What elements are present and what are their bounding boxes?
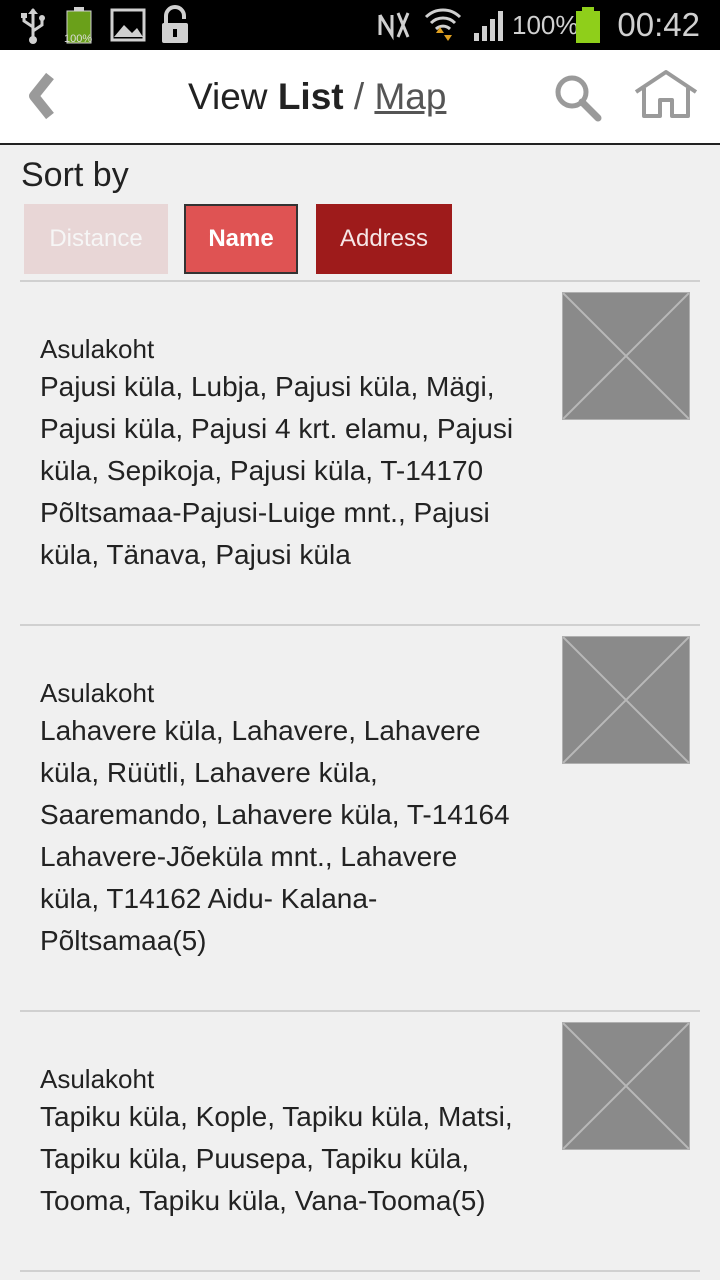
- address-line: Põltsamaa-Pajusi-Luige mnt., Pajusi: [40, 497, 490, 528]
- usb-icon: [18, 0, 48, 50]
- item-address: Tapiku küla, Kople, Tapiku küla, Matsi, …: [40, 1096, 556, 1222]
- title-view: View: [188, 76, 268, 117]
- address-line: Tooma, Tapiku küla, Vana-Tooma(5): [40, 1185, 486, 1216]
- address-line: Tapiku küla, Kople, Tapiku küla, Matsi,: [40, 1101, 513, 1132]
- divider: [20, 1270, 700, 1272]
- back-button[interactable]: [20, 70, 64, 126]
- image-placeholder-icon: [563, 1023, 689, 1149]
- item-address: Lahavere küla, Lahavere, Lahavere küla, …: [40, 710, 556, 962]
- item-address: Pajusi küla, Lubja, Pajusi küla, Mägi, P…: [40, 366, 556, 576]
- home-icon: [632, 70, 700, 124]
- address-line: küla, Tänava, Pajusi küla: [40, 539, 351, 570]
- back-icon: [26, 72, 58, 125]
- address-line: küla, Rüütli, Lahavere küla,: [40, 757, 378, 788]
- sort-name-button[interactable]: Name: [184, 204, 298, 274]
- address-line: Tapiku küla, Puusepa, Tapiku küla,: [40, 1143, 470, 1174]
- address-line: Pajusi küla, Lubja, Pajusi küla, Mägi,: [40, 371, 495, 402]
- title-slash: /: [353, 76, 365, 117]
- wifi-icon: [424, 0, 462, 50]
- search-icon: [552, 75, 604, 128]
- address-line: Saaremando, Lahavere küla, T-14164: [40, 799, 510, 830]
- address-line: Lahavere-Jõeküla mnt., Lahavere: [40, 841, 458, 872]
- search-button[interactable]: [552, 72, 604, 124]
- gallery-icon: [110, 0, 146, 50]
- status-clock: 00:42: [617, 6, 700, 43]
- sort-distance-button[interactable]: Distance: [24, 204, 168, 274]
- item-category: Asulakoht: [40, 678, 155, 708]
- list-item[interactable]: Asulakoht Pajusi küla, Lubja, Pajusi kül…: [20, 282, 700, 624]
- address-line: Pajusi küla, Pajusi 4 krt. elamu, Pajusi: [40, 413, 514, 444]
- sort-address-button[interactable]: Address: [316, 204, 452, 274]
- signal-icon: [472, 0, 508, 50]
- item-thumbnail: [562, 1022, 690, 1150]
- home-button[interactable]: [632, 68, 700, 124]
- list-item[interactable]: Asulakoht Lahavere küla, Lahavere, Lahav…: [20, 626, 700, 1010]
- address-line: küla, T14162 Aidu- Kalana-: [40, 883, 378, 914]
- item-category: Asulakoht: [40, 334, 155, 364]
- battery-icon: [574, 0, 602, 50]
- sort-label: Sort by: [21, 156, 129, 194]
- lock-icon: [158, 0, 192, 50]
- image-placeholder-icon: [563, 637, 689, 763]
- nfc-icon: [374, 0, 414, 50]
- app-header: View List / Map: [0, 50, 720, 145]
- image-placeholder-icon: [563, 293, 689, 419]
- item-thumbnail: [562, 636, 690, 764]
- item-category: Asulakoht: [40, 1064, 155, 1094]
- address-line: Põltsamaa(5): [40, 925, 207, 956]
- battery-percent: 100%: [512, 10, 579, 40]
- map-link[interactable]: Map: [374, 76, 446, 117]
- title-list: List: [277, 76, 344, 117]
- item-thumbnail: [562, 292, 690, 420]
- page-title: View List / Map: [188, 72, 446, 122]
- address-line: küla, Sepikoja, Pajusi küla, T-14170: [40, 455, 484, 486]
- status-bar: 100% 100% 00:42: [0, 0, 720, 50]
- list-item[interactable]: Asulakoht Tapiku küla, Kople, Tapiku kül…: [20, 1012, 700, 1270]
- address-line: Lahavere küla, Lahavere, Lahavere: [40, 715, 481, 746]
